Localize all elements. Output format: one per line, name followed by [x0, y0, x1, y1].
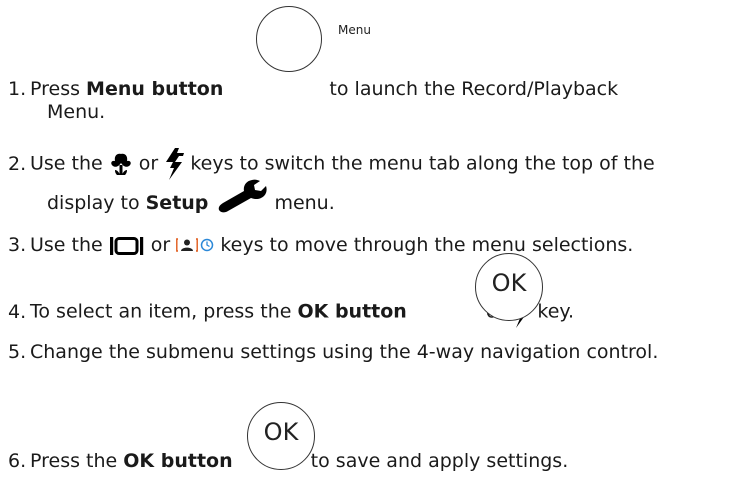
ok-button-label: OK	[491, 269, 527, 297]
step-bold: Setup	[145, 192, 209, 214]
step-text: to launch the Record/Playback	[323, 78, 619, 100]
step-number: 4.	[8, 300, 27, 323]
step-2-continuation: display to Setup menu.	[47, 179, 335, 216]
self-timer-icon	[176, 237, 214, 252]
flash-lightning-icon	[166, 148, 185, 180]
step-text: display to	[47, 192, 146, 214]
step-number: 6.	[8, 450, 27, 472]
menu-button-caption: Menu	[338, 23, 371, 37]
wrench-setup-icon	[219, 179, 268, 212]
step-text: keys to move through the menu selections…	[214, 234, 634, 256]
macro-flower-icon	[111, 153, 131, 175]
step-text: Use the	[30, 152, 109, 175]
step-text: menu.	[268, 192, 335, 214]
step-3: 3. Use the or keys to move through the me…	[0, 232, 633, 258]
step-text: to save and apply settings.	[304, 450, 569, 472]
step-5: 5. Change the submenu settings using the …	[0, 339, 658, 365]
step-text: Press	[30, 78, 87, 100]
step-number: 3.	[8, 234, 27, 256]
step-text: Change the submenu settings using the 4-…	[30, 341, 659, 363]
step-text: Press the	[30, 450, 124, 472]
ok-circle-button-icon: OK	[475, 253, 543, 321]
step-2: 2. Use the or keys to switch the menu tab…	[0, 148, 655, 180]
ok-circle-button-icon: OK	[247, 402, 315, 470]
menu-circle-button-icon	[256, 6, 322, 72]
step-text: Menu.	[47, 101, 106, 123]
step-1-continuation: Menu.	[47, 99, 105, 125]
step-number: 5.	[8, 341, 27, 363]
step-text: To select an item, press the	[30, 300, 298, 323]
display-lcd-icon	[109, 236, 143, 255]
step-text: keys to switch the menu tab along the to…	[184, 152, 655, 175]
step-text: Use the	[30, 234, 109, 256]
step-bold: OK button	[123, 450, 233, 472]
ok-button-label: OK	[263, 418, 299, 446]
step-number: 1.	[8, 78, 27, 100]
step-text: or	[144, 234, 177, 256]
step-bold: Menu button	[86, 78, 224, 100]
step-text: or	[132, 152, 165, 175]
step-bold: OK button	[297, 300, 407, 323]
step-number: 2.	[8, 152, 27, 175]
